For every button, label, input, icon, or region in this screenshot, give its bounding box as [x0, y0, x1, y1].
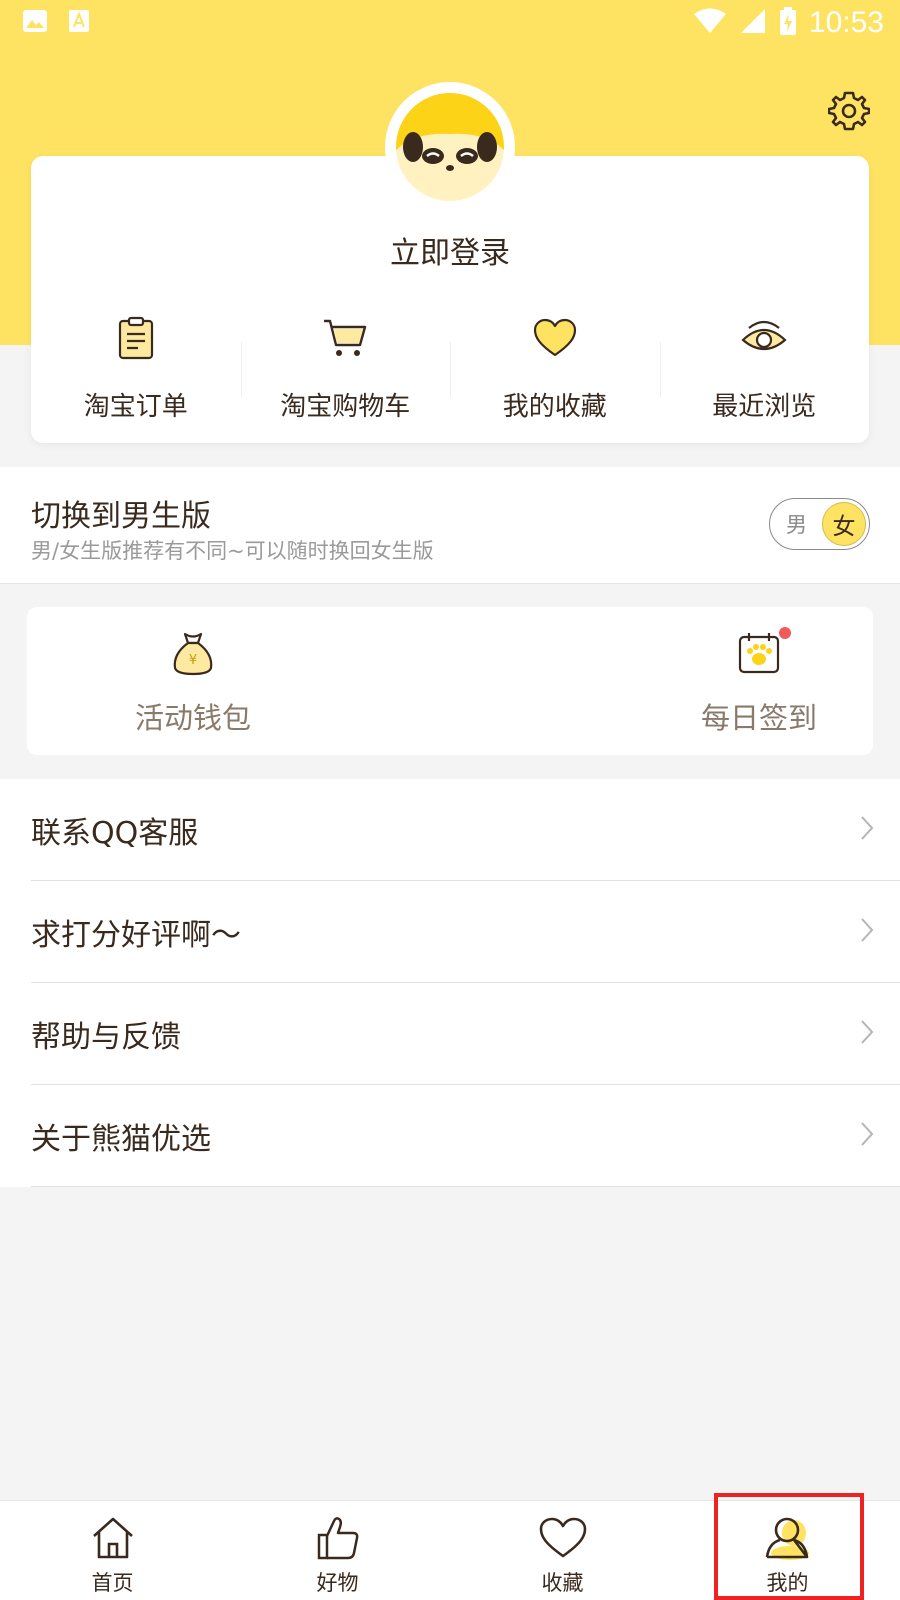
menu-item-about[interactable]: 关于熊猫优选: [0, 1085, 900, 1187]
toggle-male-label: 男: [786, 513, 807, 537]
money-bag-icon: ¥: [173, 632, 213, 676]
panda-avatar-icon: [396, 93, 504, 201]
selected-tab-highlight-box: [714, 1493, 864, 1600]
eye-icon: [741, 320, 787, 351]
wallet-label: 每日签到: [700, 701, 817, 735]
activity-wallet-button[interactable]: ¥ 活动钱包: [83, 607, 303, 755]
quick-link-my-favorites[interactable]: 我的收藏: [450, 300, 660, 430]
quick-link-taobao-cart[interactable]: 淘宝购物车: [240, 300, 451, 430]
image-icon: [22, 9, 48, 37]
nav-tab-favorites[interactable]: 收藏: [450, 1501, 675, 1600]
calendar-paw-icon: [738, 633, 780, 674]
wallet-label: 活动钱包: [134, 701, 251, 735]
login-button[interactable]: 立即登录: [0, 228, 900, 272]
menu-item-label: 求打分好评啊～: [31, 918, 241, 953]
toggle-female-knob: 女: [822, 502, 866, 546]
nav-tab-good-items[interactable]: 好物: [225, 1501, 450, 1600]
heart-outline-icon: [539, 1517, 586, 1558]
svg-text:¥: ¥: [189, 653, 197, 668]
cart-icon: [324, 319, 367, 356]
quick-link-label: 淘宝订单: [83, 392, 188, 422]
chevron-right-icon: [861, 816, 874, 840]
quick-link-recent-views[interactable]: 最近浏览: [659, 300, 870, 430]
heart-icon: [533, 318, 576, 357]
chevron-right-icon: [861, 1122, 874, 1146]
quick-links: 淘宝订单 淘宝购物车 我的收藏 最近浏览: [31, 300, 869, 430]
status-bar: 10:53: [0, 0, 900, 46]
nav-label: 收藏: [541, 1571, 584, 1595]
quick-link-label: 淘宝购物车: [280, 392, 411, 422]
gender-switch-title: 切换到男生版: [31, 499, 211, 534]
clipboard-icon: [118, 316, 153, 360]
wallet-card: ¥ 活动钱包 每日签到: [27, 607, 873, 755]
notification-badge: [779, 627, 791, 639]
avatar[interactable]: [385, 82, 515, 212]
signal-icon: [739, 7, 767, 39]
menu-item-label: 联系QQ客服: [31, 816, 199, 851]
menu-item-label: 关于熊猫优选: [31, 1122, 211, 1157]
battery-charging-icon: [779, 6, 797, 40]
chevron-right-icon: [861, 1020, 874, 1044]
daily-checkin-button[interactable]: 每日签到: [649, 607, 869, 755]
quick-link-label: 我的收藏: [502, 392, 607, 422]
status-time: 10:53: [808, 6, 884, 39]
gear-icon: [828, 91, 870, 131]
gender-switch-subtitle: 男/女生版推荐有不同~可以随时换回女生版: [31, 539, 434, 563]
gender-toggle[interactable]: 男 女: [769, 498, 870, 550]
quick-link-label: 最近浏览: [712, 392, 817, 422]
menu-item-rate-app[interactable]: 求打分好评啊～: [0, 881, 900, 983]
nav-label: 首页: [91, 1571, 134, 1595]
nav-tab-home[interactable]: 首页: [0, 1501, 225, 1600]
menu-item-help-feedback[interactable]: 帮助与反馈: [0, 983, 900, 1085]
app-store-icon: [68, 9, 90, 37]
nav-label: 好物: [316, 1571, 359, 1595]
menu-item-label: 帮助与反馈: [31, 1020, 181, 1055]
settings-button[interactable]: [826, 88, 872, 134]
menu-item-qq-support[interactable]: 联系QQ客服: [0, 779, 900, 881]
wifi-icon: [693, 7, 727, 39]
home-icon: [92, 1517, 133, 1559]
chevron-right-icon: [861, 918, 874, 942]
settings-menu: 联系QQ客服 求打分好评啊～ 帮助与反馈 关于熊猫优选: [0, 779, 900, 1187]
quick-link-taobao-orders[interactable]: 淘宝订单: [31, 300, 241, 430]
gender-switch-row: 切换到男生版 男/女生版推荐有不同~可以随时换回女生版 男 女: [0, 467, 900, 584]
thumbs-up-icon: [317, 1517, 358, 1560]
